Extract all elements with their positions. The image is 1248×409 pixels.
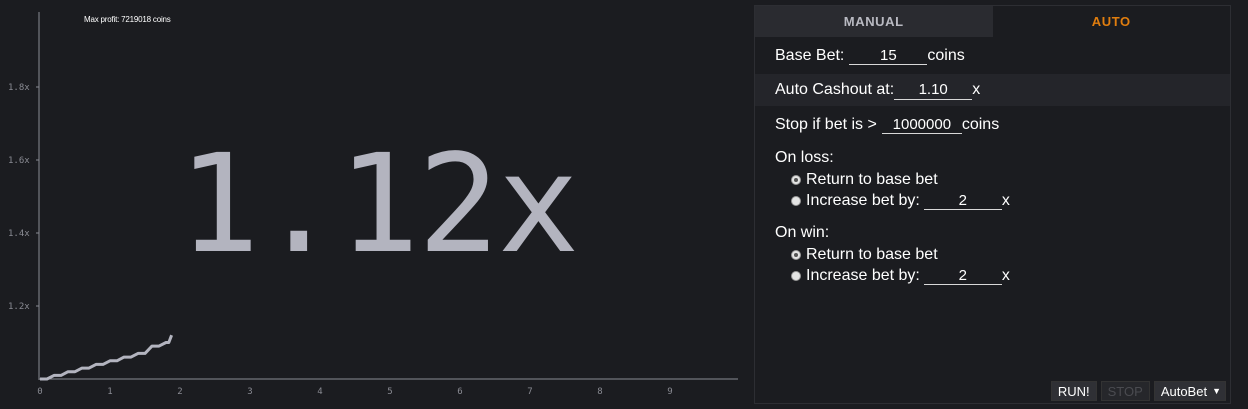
autobet-select[interactable]: AutoBet ▼ xyxy=(1153,381,1226,401)
on-loss-increase-option[interactable]: Increase bet by: x xyxy=(755,190,1230,211)
x-tick-label: 6 xyxy=(457,387,462,397)
tab-manual[interactable]: MANUAL xyxy=(755,6,993,37)
base-bet-unit: coins xyxy=(927,46,965,64)
crash-chart: 1.2x 1.4x 1.6x 1.8x 0 1 2 3 4 5 6 7 8 9 Max profit: … xyxy=(0,0,745,409)
auto-cashout-row: Auto Cashout at: x xyxy=(755,74,1230,106)
on-loss-section: On loss: Return to base bet Increase bet… xyxy=(755,143,1230,217)
action-bar: RUN! STOP AutoBet ▼ xyxy=(1050,381,1226,401)
stop-button[interactable]: STOP xyxy=(1100,381,1150,401)
on-loss-return-radio[interactable] xyxy=(791,174,801,185)
stop-limit-row: Stop if bet is > coins xyxy=(755,106,1230,143)
on-win-increase-option[interactable]: Increase bet by: x xyxy=(755,265,1230,286)
base-bet-label: Base Bet: xyxy=(775,46,845,64)
max-profit-label: Max profit: 7219018 coins xyxy=(84,15,171,24)
on-loss-return-option[interactable]: Return to base bet xyxy=(755,169,1230,190)
x-tick-label: 9 xyxy=(667,387,672,397)
current-multiplier: 1.12x xyxy=(178,126,579,284)
on-win-label: On win: xyxy=(775,224,830,241)
auto-cashout-unit: x xyxy=(972,81,981,98)
stop-limit-input[interactable] xyxy=(881,115,962,134)
auto-cashout-label: Auto Cashout at: xyxy=(775,81,895,98)
stop-limit-unit: coins xyxy=(961,115,1000,133)
x-tick-label: 3 xyxy=(247,387,252,397)
on-win-return-radio[interactable] xyxy=(791,249,801,260)
run-button[interactable]: RUN! xyxy=(1050,381,1097,401)
on-loss-increase-radio[interactable] xyxy=(791,195,801,206)
base-bet-row: Base Bet: coins xyxy=(755,37,1230,74)
y-tick-label: 1.8x xyxy=(8,83,30,93)
on-loss-increase-unit: x xyxy=(1001,191,1010,209)
x-tick-label: 7 xyxy=(527,387,532,397)
on-win-increase-unit: x xyxy=(1001,266,1010,284)
on-win-increase-input[interactable] xyxy=(923,266,1002,285)
on-win-return-option[interactable]: Return to base bet xyxy=(755,244,1230,265)
on-loss-label: On loss: xyxy=(775,149,834,166)
autobet-select-label: AutoBet xyxy=(1160,383,1208,399)
stop-limit-label: Stop if bet is > xyxy=(775,115,877,133)
auto-cashout-input[interactable] xyxy=(894,80,973,100)
x-tick-label: 5 xyxy=(387,387,392,397)
multiplier-curve xyxy=(40,334,174,381)
on-win-increase-radio[interactable] xyxy=(791,270,801,281)
on-loss-return-label: Return to base bet xyxy=(806,170,938,188)
x-tick-label: 2 xyxy=(177,387,182,397)
on-win-section: On win: Return to base bet Increase bet … xyxy=(755,217,1230,291)
bet-mode-tabs: MANUAL AUTO xyxy=(755,6,1230,37)
x-tick-label: 0 xyxy=(37,387,42,397)
on-win-increase-label: Increase bet by: xyxy=(806,266,920,284)
chevron-down-icon: ▼ xyxy=(1212,386,1221,396)
x-tick-label: 1 xyxy=(107,387,112,397)
bet-panel: MANUAL AUTO Base Bet: coins Auto Cashout… xyxy=(754,5,1231,404)
base-bet-input[interactable] xyxy=(849,46,928,65)
y-tick-label: 1.2x xyxy=(8,302,30,312)
y-tick-label: 1.6x xyxy=(8,156,30,166)
on-win-return-label: Return to base bet xyxy=(806,245,938,263)
x-tick-label: 8 xyxy=(597,387,602,397)
y-tick-label: 1.4x xyxy=(8,229,30,239)
on-loss-increase-label: Increase bet by: xyxy=(806,191,920,209)
tab-auto[interactable]: AUTO xyxy=(992,6,1230,37)
x-tick-label: 4 xyxy=(317,387,322,397)
on-loss-increase-input[interactable] xyxy=(923,191,1002,210)
